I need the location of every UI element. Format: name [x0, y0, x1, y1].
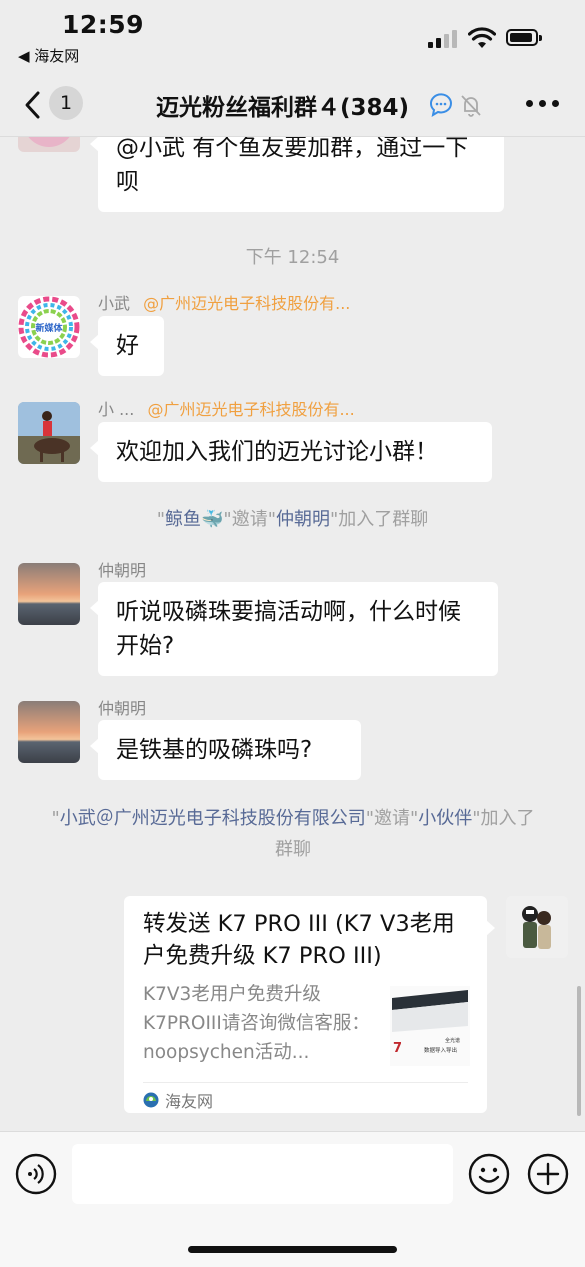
voice-input-icon[interactable]: [15, 1153, 57, 1195]
link-card-source-name: 海友网: [165, 1092, 214, 1111]
avatar-self[interactable]: [506, 896, 568, 958]
invitee-name[interactable]: 仲朝明: [276, 509, 330, 530]
shared-link-card[interactable]: 转发送 K7 PRO III (K7 V3老用户免费升级 K7 PRO III)…: [124, 896, 495, 1113]
back-arrow-icon[interactable]: [20, 88, 46, 122]
sender-name-text: 小武: [98, 294, 131, 313]
sender-name-text: 小 ...: [98, 400, 135, 419]
inviter-name[interactable]: 小武＠广州迈光电子科技股份有限公司: [60, 808, 366, 829]
message-text-input[interactable]: [72, 1144, 453, 1204]
cellular-signal-icon: [428, 30, 458, 48]
invitee-name[interactable]: 小伙伴: [418, 808, 472, 829]
link-card-divider: [143, 1082, 468, 1083]
message-input-bar: [0, 1131, 585, 1267]
system-message-join: "鲸鱼🐳"邀请"仲朝明"加入了群聊: [156, 509, 429, 530]
system-message-join: "小武＠广州迈光电子科技股份有限公司"邀请"小伙伴"加入了群聊: [51, 808, 535, 860]
message-bubble[interactable]: 是铁基的吸磷珠吗?: [90, 720, 361, 780]
avatar-horse-rider[interactable]: [18, 402, 80, 464]
battery-icon: [506, 29, 542, 46]
link-card-title: 转发送 K7 PRO III (K7 V3老用户免费升级 K7 PRO III): [143, 911, 455, 969]
back-to-app-link[interactable]: ◀ 海友网: [18, 45, 79, 66]
inviter-name[interactable]: 鲸鱼🐳: [165, 509, 223, 530]
thumb-text-small: 全光谱: [445, 1037, 460, 1044]
status-bar: 12:59 ◀ 海友网: [0, 0, 585, 78]
message-bubble[interactable]: 听说吸磷珠要搞活动啊，什么时候开始?: [90, 582, 498, 676]
message-bubble[interactable]: 欢迎加入我们的迈光讨论小群！: [90, 422, 492, 482]
sender-name: 小武 @广州迈光电子科技股份有...: [98, 290, 350, 314]
chat-title: 迈光粉丝福利群４(384): [156, 95, 410, 121]
sender-org-tag: @广州迈光电子科技股份有...: [143, 294, 351, 313]
link-card-thumbnail: 7 全光谱 数据导入导出: [390, 986, 470, 1066]
chat-mute-icons: [429, 93, 481, 118]
message-list[interactable]: @小武 有个鱼友要加群，通过一下呗 下午 12:54 新媒体 小武 @广州迈光电…: [0, 78, 585, 1131]
emoji-icon[interactable]: [468, 1153, 510, 1195]
avatar-zhongchaoming[interactable]: [18, 701, 80, 763]
chat-header: 1 迈光粉丝福利群４(384): [0, 78, 585, 137]
thumb-text-number: 7: [393, 1041, 402, 1056]
sender-name: 仲朝明: [98, 561, 147, 580]
unread-count-badge[interactable]: 1: [49, 86, 83, 120]
new-media-logo-icon: 新媒体: [18, 296, 80, 358]
avatar-zhongchaoming[interactable]: [18, 563, 80, 625]
status-time: 12:59: [62, 10, 145, 39]
message-bubble[interactable]: 好: [90, 316, 164, 376]
home-indicator[interactable]: [188, 1246, 397, 1253]
sender-name: 小 ... @广州迈光电子科技股份有...: [98, 396, 355, 420]
message-timestamp: 下午 12:54: [245, 247, 340, 268]
sender-org-tag: @广州迈光电子科技股份有...: [147, 400, 355, 419]
more-options-icon[interactable]: [526, 100, 560, 110]
wifi-icon: [468, 27, 496, 48]
thumb-text-caption: 数据导入导出: [424, 1046, 457, 1054]
source-logo-icon: [143, 1092, 159, 1108]
link-card-source: 海友网: [143, 1088, 213, 1112]
plus-icon[interactable]: [527, 1153, 569, 1195]
link-card-description: K7V3老用户免费升级K7PROIII请咨询微信客服：noopsychen活动.…: [143, 984, 370, 1063]
avatar-label: 新媒体: [35, 322, 63, 334]
scrollbar[interactable]: [577, 986, 581, 1116]
avatar-xiaowu[interactable]: 新媒体: [18, 296, 80, 358]
sender-name: 仲朝明: [98, 699, 147, 718]
